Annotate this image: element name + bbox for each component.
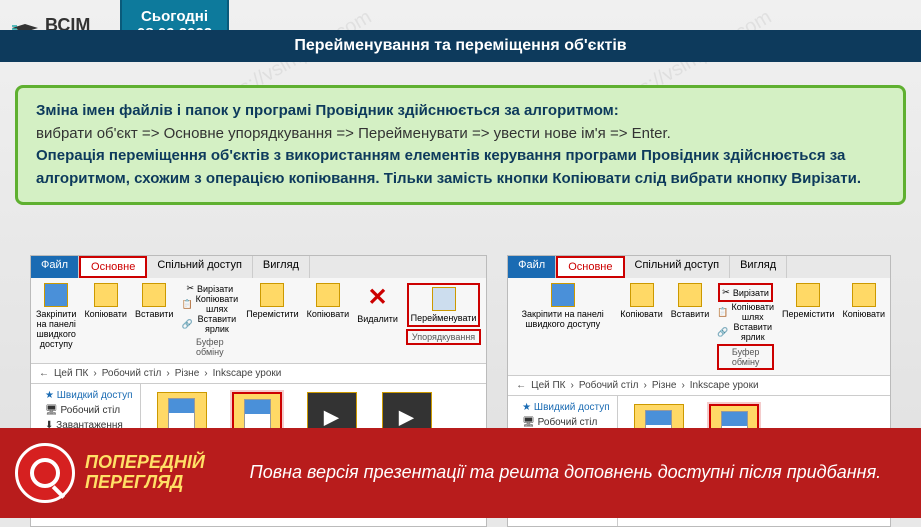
- date-today: Сьогодні: [137, 8, 212, 25]
- copyto-button[interactable]: Копіювати: [307, 283, 350, 319]
- crumb[interactable]: Різне: [175, 368, 200, 379]
- rename-icon: [432, 287, 456, 311]
- nav-back-icon[interactable]: ←: [39, 368, 49, 379]
- shortcut-icon: 🔗: [181, 319, 192, 330]
- path-icon: 📋: [717, 307, 728, 318]
- copy-button[interactable]: Копіювати: [620, 283, 663, 319]
- explorer-tabs: Файл Основне Спільний доступ Вигляд: [508, 256, 890, 278]
- copy-icon: [94, 283, 118, 307]
- paste-icon: [142, 283, 166, 307]
- tab-file[interactable]: Файл: [31, 256, 79, 278]
- crumb[interactable]: Різне: [652, 380, 677, 391]
- crumb[interactable]: Цей ПК: [531, 380, 565, 391]
- content-box: Зміна імен файлів і папок у програмі Про…: [15, 85, 906, 205]
- explorer-tabs: Файл Основне Спільний доступ Вигляд: [31, 256, 486, 278]
- pin-icon: [44, 283, 68, 307]
- crumb[interactable]: Inkscape уроки: [213, 368, 282, 379]
- tab-file[interactable]: Файл: [508, 256, 556, 278]
- copy-label: Копіювати: [620, 309, 663, 319]
- copyto-label: Копіювати: [842, 309, 885, 319]
- tab-view[interactable]: Вигляд: [253, 256, 310, 278]
- crumb[interactable]: Цей ПК: [54, 368, 88, 379]
- tab-home[interactable]: Основне: [556, 256, 624, 278]
- crumb[interactable]: Робочий стіл: [579, 380, 639, 391]
- preview-label: ПОПЕРЕДНІЙ ПЕРЕГЛЯД: [85, 453, 205, 493]
- tab-home[interactable]: Основне: [79, 256, 147, 278]
- paste-icon: [678, 283, 702, 307]
- copyto-button[interactable]: Копіювати: [842, 283, 885, 319]
- page-title: Перейменування та переміщення об'єктів: [294, 37, 626, 55]
- rename-button[interactable]: Перейменувати: [407, 283, 481, 327]
- delete-label: Видалити: [357, 314, 398, 324]
- copy-icon: [630, 283, 654, 307]
- copy-label: Копіювати: [84, 309, 127, 319]
- moveto-button[interactable]: Перемістити: [782, 283, 834, 319]
- organize-group-label: Упорядкування: [406, 329, 481, 345]
- moveto-label: Перемістити: [246, 309, 298, 319]
- clipboard-group-label: Буфер обміну: [717, 344, 774, 370]
- ribbon: Закріпити на панелі швидкого доступу Коп…: [508, 278, 890, 376]
- preview-label2: ПЕРЕГЛЯД: [85, 473, 205, 493]
- tab-view[interactable]: Вигляд: [730, 256, 787, 278]
- scissors-icon: ✂: [186, 283, 194, 294]
- cut-button[interactable]: ✂Вирізати: [186, 283, 233, 294]
- clipboard-group-label: Буфер обміну: [181, 336, 238, 358]
- moveto-label: Перемістити: [782, 309, 834, 319]
- paste-button[interactable]: Вставити: [671, 283, 710, 319]
- cut-button[interactable]: ✂Вирізати: [718, 283, 773, 302]
- sidebar-quick[interactable]: ★ Швидкий доступ: [512, 400, 613, 415]
- delete-x-icon: ✕: [367, 283, 387, 312]
- header-bar: Перейменування та переміщення об'єктів: [0, 30, 921, 62]
- magnify-icon: [15, 443, 75, 503]
- copyto-icon: [852, 283, 876, 307]
- paste-label: Вставити: [671, 309, 710, 319]
- paste-button[interactable]: Вставити: [135, 283, 174, 319]
- shortcut-button[interactable]: 🔗Вставити ярлик: [717, 322, 774, 342]
- copypath-button[interactable]: 📋Копіювати шлях: [181, 294, 238, 314]
- nav-back-icon[interactable]: ←: [516, 380, 526, 391]
- pin-icon: [551, 283, 575, 307]
- content-line1: Зміна імен файлів і папок у програмі Про…: [36, 102, 619, 119]
- paste-label: Вставити: [135, 309, 174, 319]
- pin-button[interactable]: Закріпити на панелі швидкого доступу: [513, 283, 612, 329]
- preview-label1: ПОПЕРЕДНІЙ: [85, 453, 205, 473]
- shortcut-button[interactable]: 🔗Вставити ярлик: [181, 314, 238, 334]
- sidebar-quick[interactable]: ★ Швидкий доступ: [35, 388, 136, 403]
- breadcrumb[interactable]: ← Цей ПК › Робочий стіл › Різне › Inksca…: [508, 376, 890, 396]
- breadcrumb[interactable]: ← Цей ПК › Робочий стіл › Різне › Inksca…: [31, 364, 486, 384]
- copyto-icon: [316, 283, 340, 307]
- content-line2: вибрати об'єкт => Основне упорядкування …: [36, 125, 671, 142]
- copyto-label: Копіювати: [307, 309, 350, 319]
- preview-text: Повна версія презентації та решта доповн…: [225, 460, 906, 485]
- content-line3: Операція переміщення об'єктів з використ…: [36, 147, 861, 187]
- crumb[interactable]: Робочий стіл: [102, 368, 162, 379]
- copy-button[interactable]: Копіювати: [84, 283, 127, 319]
- shortcut-icon: 🔗: [717, 327, 728, 338]
- moveto-icon: [796, 283, 820, 307]
- crumb[interactable]: Inkscape уроки: [690, 380, 759, 391]
- path-icon: 📋: [181, 299, 192, 310]
- rename-label: Перейменувати: [411, 313, 477, 323]
- pin-label: Закріпити на панелі швидкого доступу: [36, 309, 76, 349]
- preview-banner: ПОПЕРЕДНІЙ ПЕРЕГЛЯД Повна версія презент…: [0, 428, 921, 518]
- copypath-button[interactable]: 📋Копіювати шлях: [717, 302, 774, 322]
- scissors-icon: ✂: [722, 287, 730, 298]
- delete-button[interactable]: ✕ Видалити: [357, 283, 398, 324]
- moveto-icon: [260, 283, 284, 307]
- tab-share[interactable]: Спільний доступ: [625, 256, 731, 278]
- pin-label: Закріпити на панелі швидкого доступу: [513, 309, 612, 329]
- ribbon: Закріпити на панелі швидкого доступу Коп…: [31, 278, 486, 364]
- sidebar-desktop[interactable]: 🖥 Робочий стіл: [35, 403, 136, 418]
- moveto-button[interactable]: Перемістити: [246, 283, 298, 319]
- pin-button[interactable]: Закріпити на панелі швидкого доступу: [36, 283, 76, 349]
- tab-share[interactable]: Спільний доступ: [147, 256, 253, 278]
